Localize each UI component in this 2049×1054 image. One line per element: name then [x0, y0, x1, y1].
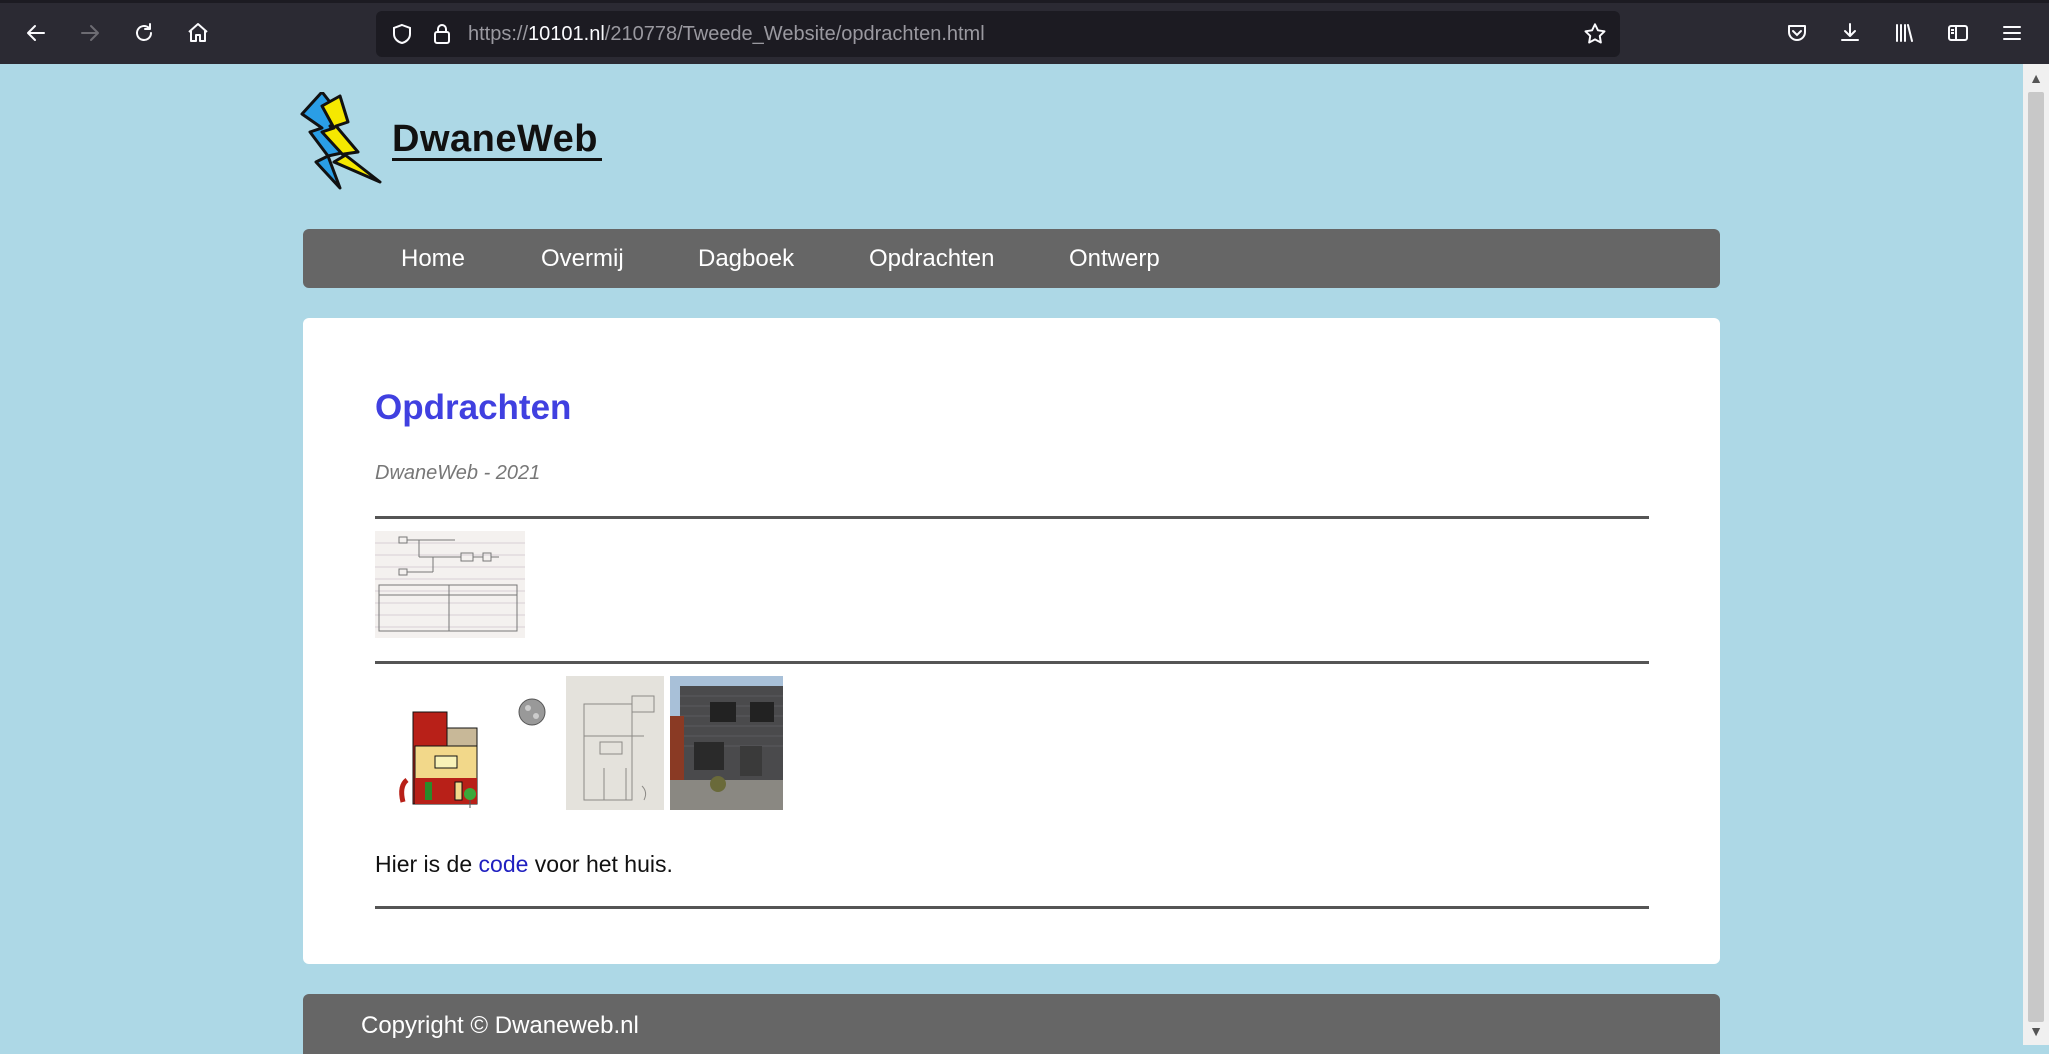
site-logo[interactable]: DwaneWeb — [300, 90, 610, 200]
sidebar-icon — [1948, 25, 1968, 41]
nav-item-home[interactable]: Home — [401, 229, 465, 288]
download-icon — [1841, 23, 1859, 41]
paragraph-text-before: Hier is de — [375, 851, 479, 877]
library-icon — [1896, 24, 1913, 42]
nav-item-overmij[interactable]: Overmij — [541, 229, 624, 288]
library-button[interactable] — [1884, 13, 1924, 53]
logo-text: DwaneWeb — [392, 118, 599, 160]
reload-button[interactable] — [124, 13, 164, 53]
lightning-bolt-logo-icon — [300, 92, 382, 190]
page-title: Opdrachten — [375, 388, 572, 427]
arrow-right-icon — [81, 25, 99, 41]
logo-underline — [392, 158, 602, 161]
arrow-left-icon — [27, 25, 45, 41]
divider — [375, 516, 1649, 519]
sidebar-button[interactable] — [1938, 13, 1978, 53]
bookmark-star-icon[interactable] — [1582, 21, 1608, 47]
url-host: 10101.nl — [528, 23, 605, 45]
code-paragraph: Hier is de code voor het huis. — [375, 851, 673, 878]
nav-item-opdrachten[interactable]: Opdrachten — [869, 229, 994, 288]
house-drawing-thumbnail[interactable] — [375, 676, 563, 810]
reload-icon — [136, 23, 152, 41]
content-card: Opdrachten DwaneWeb - 2021 Hier is de co… — [303, 318, 1720, 964]
scrollbar-thumb[interactable] — [2028, 92, 2044, 1022]
url-prefix: https:// — [468, 23, 529, 45]
copyright-text: Copyright © Dwaneweb.nl — [361, 1012, 639, 1039]
house-sketch-thumbnail[interactable] — [566, 676, 664, 810]
pocket-icon — [1788, 25, 1806, 41]
divider — [375, 661, 1649, 664]
lock-icon[interactable] — [430, 22, 454, 46]
menu-button[interactable] — [1992, 13, 2032, 53]
address-bar[interactable]: https://10101.nl/210778/Tweede_Website/o… — [376, 11, 1620, 57]
main-nav: Home Overmij Dagboek Opdrachten Ontwerp — [303, 229, 1720, 288]
home-button[interactable] — [178, 13, 218, 53]
nav-item-ontwerp[interactable]: Ontwerp — [1069, 229, 1160, 288]
divider — [375, 906, 1649, 909]
house-photo-thumbnail[interactable] — [670, 676, 783, 810]
pocket-button[interactable] — [1777, 13, 1817, 53]
page-subtitle: DwaneWeb - 2021 — [375, 462, 541, 484]
back-button[interactable] — [16, 13, 56, 53]
browser-toolbar: https://10101.nl/210778/Tweede_Website/o… — [0, 0, 2049, 64]
url-path: /210778/Tweede_Website/opdrachten.html — [604, 23, 985, 45]
scroll-down-arrow-icon[interactable]: ▼ — [2023, 1019, 2049, 1043]
code-link[interactable]: code — [479, 851, 529, 877]
tracking-shield-icon[interactable] — [390, 22, 414, 46]
page-scrollbar[interactable]: ▲ ▼ — [2023, 64, 2049, 1045]
circuit-sketch-thumbnail[interactable] — [375, 531, 525, 638]
url-text[interactable]: https://10101.nl/210778/Tweede_Website/o… — [468, 23, 985, 46]
hamburger-menu-icon — [2003, 26, 2021, 40]
downloads-button[interactable] — [1830, 13, 1870, 53]
paragraph-text-after: voor het huis. — [528, 851, 673, 877]
nav-item-dagboek[interactable]: Dagboek — [698, 229, 794, 288]
forward-button[interactable] — [70, 13, 110, 53]
scroll-up-arrow-icon[interactable]: ▲ — [2023, 66, 2049, 90]
home-icon — [188, 23, 208, 42]
site-footer: Copyright © Dwaneweb.nl — [303, 994, 1720, 1054]
